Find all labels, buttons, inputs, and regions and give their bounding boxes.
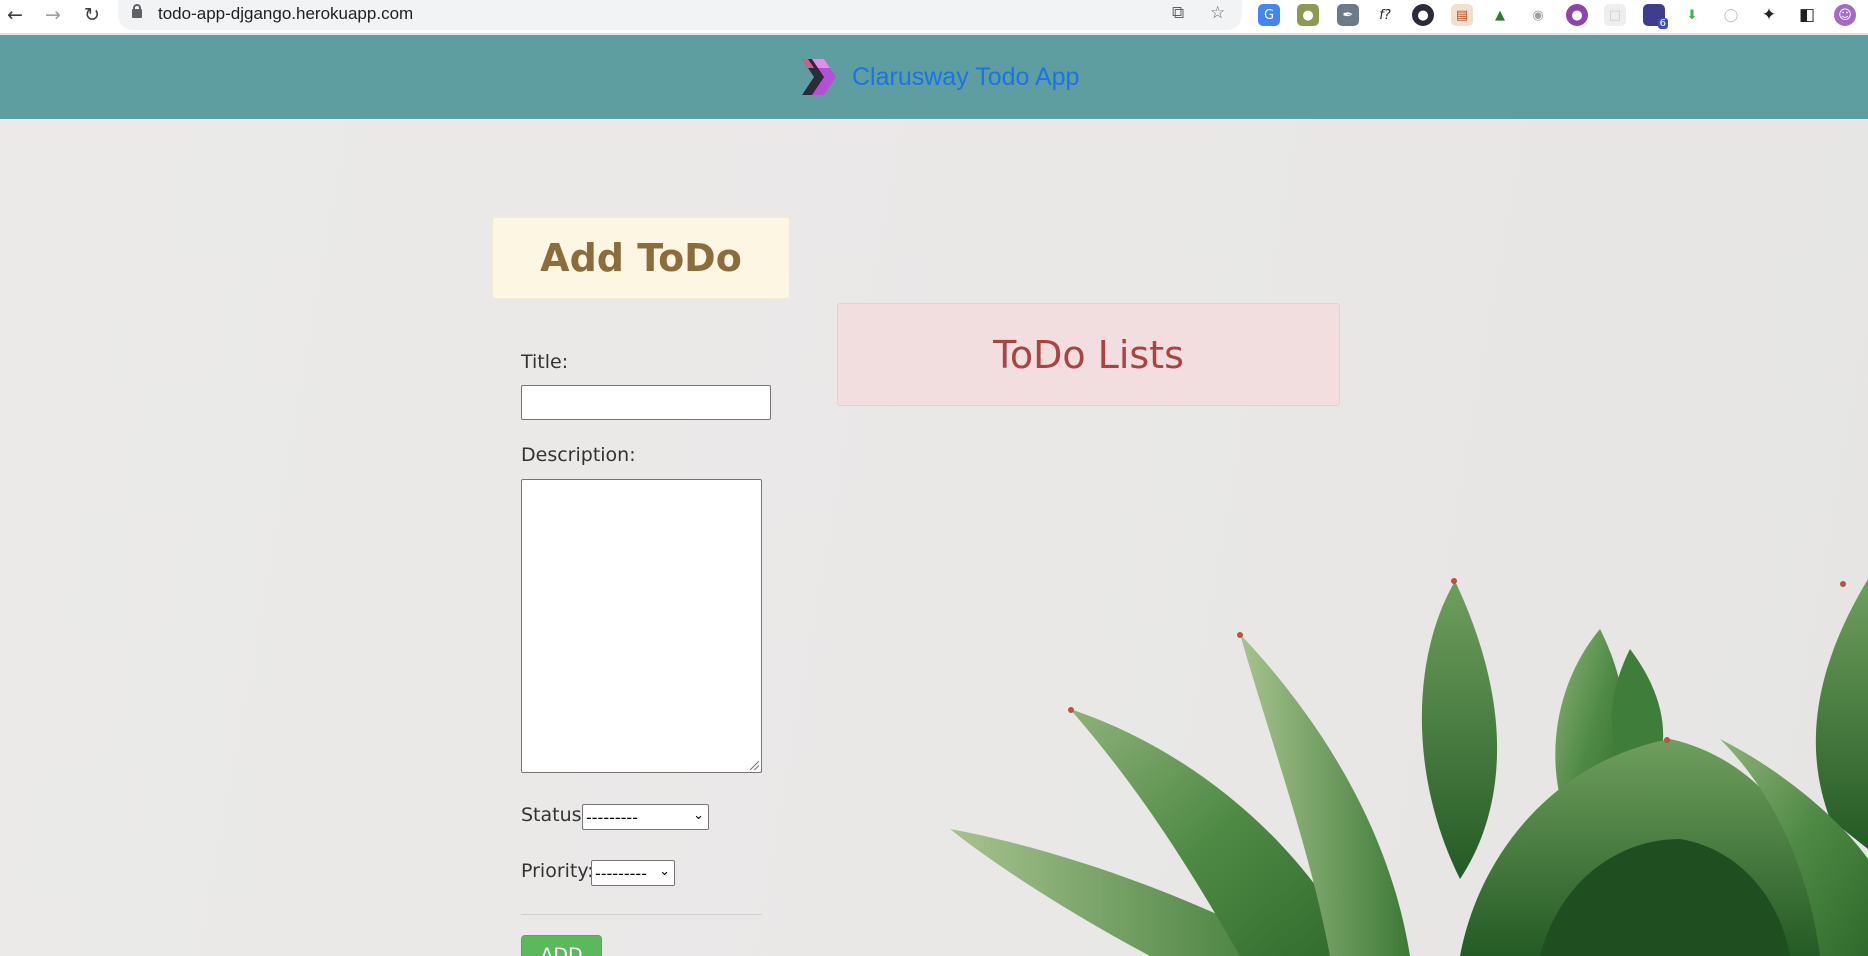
title-label: Title: <box>521 351 569 373</box>
brand-text[interactable]: Clarusway Todo App <box>852 63 1079 92</box>
timer-extension-icon[interactable]: ◯ <box>1720 4 1742 26</box>
share-icon[interactable]: ⧉ <box>1172 3 1184 23</box>
translate-extension-icon[interactable]: G <box>1258 4 1280 26</box>
clarusway-logo-icon <box>802 59 836 95</box>
priority-selected-value: --------- <box>595 863 647 883</box>
address-bar[interactable]: todo-app-djgango.herokuapp.com ⧉ ☆ <box>118 0 1242 30</box>
forward-icon[interactable]: → <box>38 0 68 30</box>
add-todo-header: Add ToDo <box>492 217 790 299</box>
chevron-down-icon: ⌄ <box>659 864 670 879</box>
priority-label: Priority: <box>521 860 594 882</box>
blank-extension-icon[interactable]: □ <box>1604 4 1626 26</box>
status-label: Status: <box>521 804 588 826</box>
brand-link[interactable]: Clarusway Todo App <box>800 55 1079 99</box>
succulent-plant-image <box>950 578 1868 956</box>
chevron-down-icon: ⌄ <box>693 808 704 823</box>
purple-extension-icon[interactable]: ● <box>1566 4 1588 26</box>
extension-badge: 6 <box>1657 18 1668 29</box>
profile-avatar[interactable]: ☺ <box>1834 4 1856 26</box>
description-label: Description: <box>521 444 636 466</box>
add-button[interactable]: ADD <box>521 935 602 956</box>
todo-lists-header: ToDo Lists <box>837 303 1340 406</box>
description-textarea[interactable] <box>521 479 762 773</box>
calendar-extension-icon[interactable]: ▤ <box>1451 4 1473 26</box>
side-panel-icon[interactable]: ◧ <box>1796 4 1818 26</box>
cube-extension-icon[interactable]: 6 <box>1643 4 1668 29</box>
add-todo-heading: Add ToDo <box>540 236 742 280</box>
page-body: Add ToDo ToDo Lists Title: Description: … <box>0 119 1868 956</box>
function-extension-icon[interactable]: f? <box>1374 4 1396 26</box>
browser-toolbar: ← → ↻ todo-app-djgango.herokuapp.com ⧉ ☆… <box>0 0 1868 34</box>
title-input[interactable] <box>521 385 771 420</box>
bookmark-star-icon[interactable]: ☆ <box>1210 3 1225 23</box>
todo-lists-heading: ToDo Lists <box>993 332 1184 377</box>
eyedropper-extension-icon[interactable]: ✒ <box>1337 4 1359 26</box>
download-extension-icon[interactable]: ⬇ <box>1681 4 1703 26</box>
reload-icon[interactable]: ↻ <box>77 0 107 30</box>
ninja-extension-icon[interactable]: ● <box>1412 4 1434 26</box>
puzzle-extensions-icon[interactable]: ✦ <box>1758 4 1780 26</box>
back-icon[interactable]: ← <box>0 0 30 30</box>
url-text[interactable]: todo-app-djgango.herokuapp.com <box>158 4 413 24</box>
resize-grip-icon[interactable] <box>750 761 759 770</box>
bug-extension-icon[interactable]: ● <box>1297 4 1319 26</box>
status-selected-value: --------- <box>586 807 638 827</box>
app-navbar: Clarusway Todo App <box>0 35 1868 119</box>
compass-extension-icon[interactable]: ◉ <box>1527 4 1549 26</box>
lock-icon <box>132 4 142 18</box>
status-select[interactable]: --------- ⌄ <box>582 804 709 830</box>
tree-extension-icon[interactable]: ▲ <box>1489 4 1511 26</box>
form-divider <box>521 914 762 915</box>
priority-select[interactable]: --------- ⌄ <box>591 860 675 886</box>
